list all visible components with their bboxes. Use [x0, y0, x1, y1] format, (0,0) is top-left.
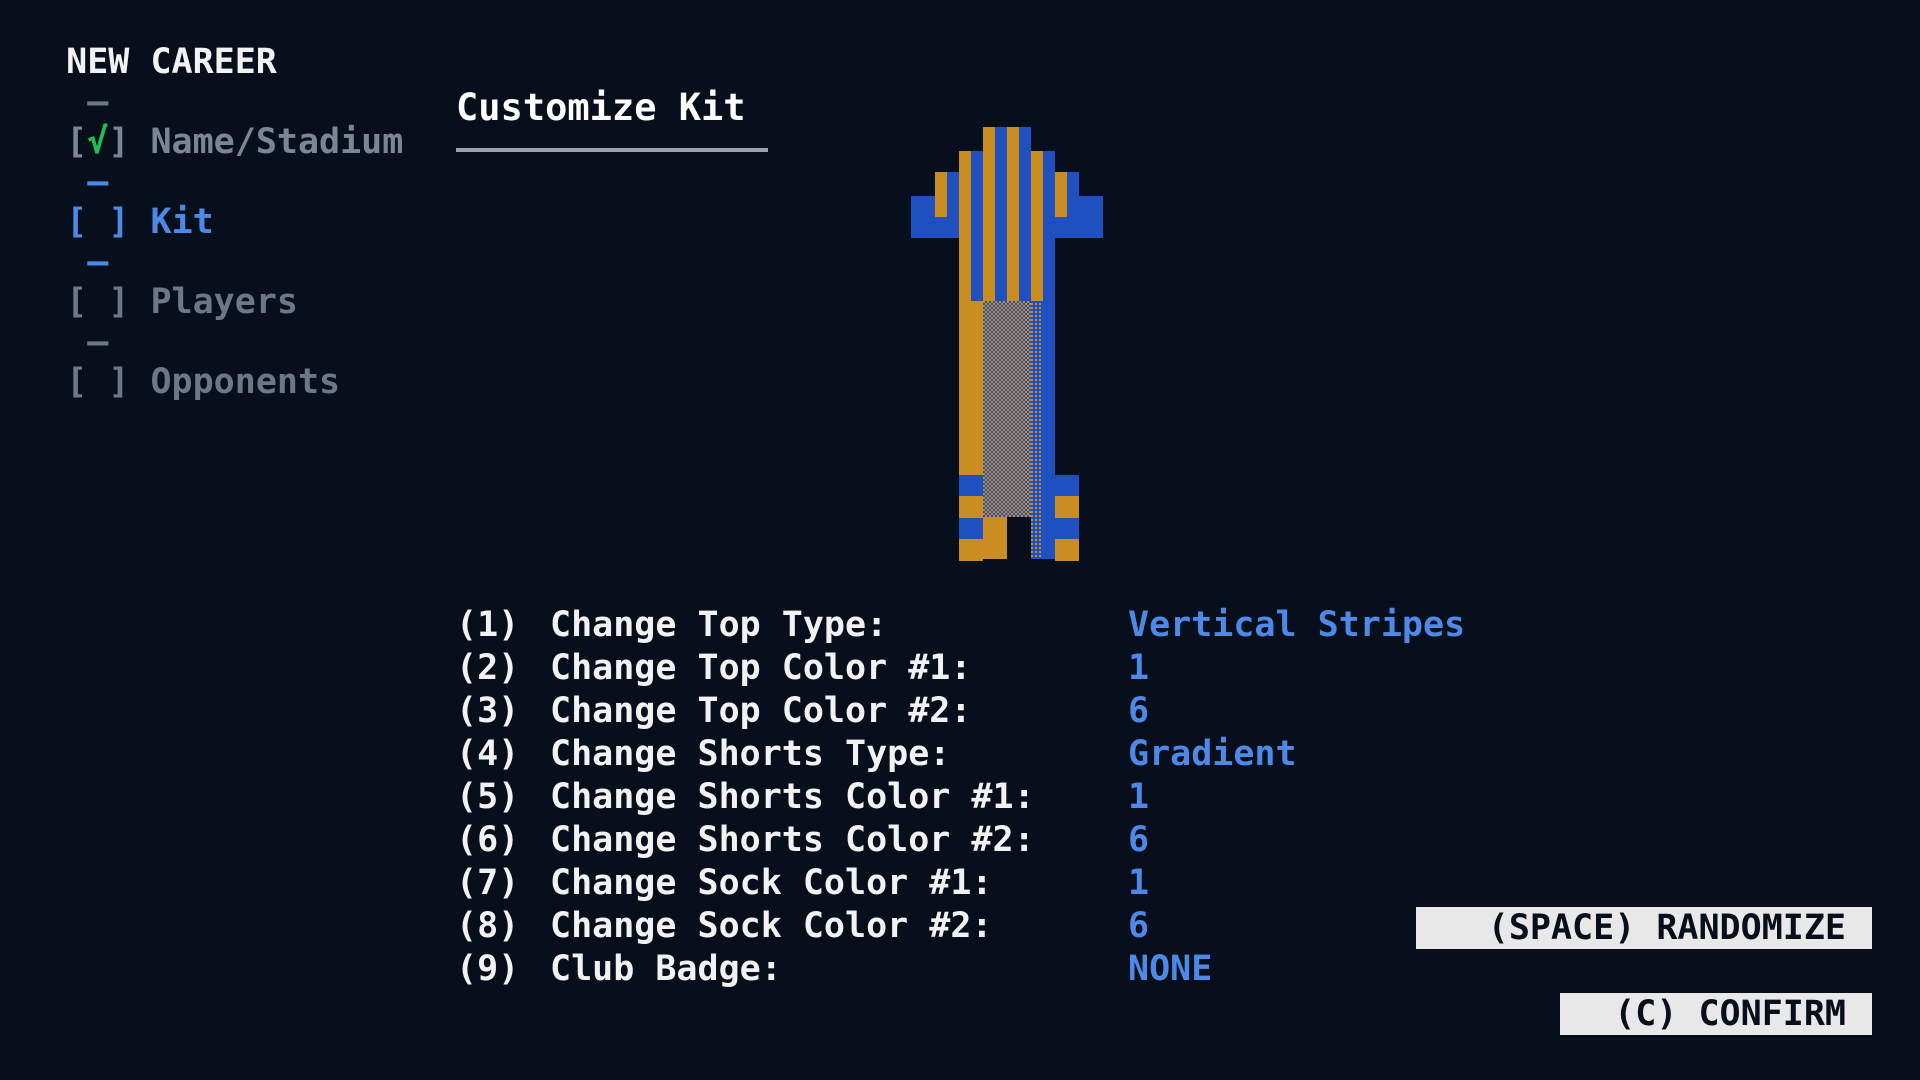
option-key: (9)	[456, 949, 520, 989]
step-opponents: [ ] Opponents	[66, 362, 341, 402]
option-label: Change Sock Color #2:	[550, 906, 993, 946]
option-label: Change Sock Color #1:	[550, 863, 993, 903]
confirm-button[interactable]: (C) CONFIRM	[1560, 993, 1872, 1035]
option-label: Change Shorts Color #2:	[550, 820, 1035, 860]
section-underline	[456, 148, 768, 152]
option-value: 6	[1128, 906, 1150, 946]
kit-socks-preview	[959, 475, 1079, 561]
option-value: 6	[1128, 691, 1150, 731]
option-club-badge[interactable]: (9) Club Badge: NONE	[456, 948, 1465, 991]
option-value: 6	[1128, 820, 1150, 860]
option-key: (8)	[456, 906, 520, 946]
option-value: 1	[1128, 777, 1150, 817]
option-label: Change Shorts Color #1:	[550, 777, 1035, 817]
step-name-stadium: [√] Name/Stadium	[66, 122, 404, 162]
option-value: 1	[1128, 648, 1150, 688]
option-label: Change Shorts Type:	[550, 734, 951, 774]
option-top-color-2[interactable]: (3) Change Top Color #2: 6	[456, 690, 1465, 733]
option-key: (3)	[456, 691, 520, 731]
checkmark-icon: √	[87, 122, 109, 162]
randomize-button[interactable]: (SPACE) RANDOMIZE	[1416, 907, 1872, 949]
option-label: Club Badge:	[550, 949, 782, 989]
option-value: 1	[1128, 863, 1150, 903]
option-value: NONE	[1128, 949, 1213, 989]
step-separator: —	[66, 242, 130, 282]
option-shorts-color-1[interactable]: (5) Change Shorts Color #1: 1	[456, 776, 1465, 819]
step-kit: [ ] Kit	[66, 202, 214, 242]
option-label: Change Top Color #2:	[550, 691, 972, 731]
kit-options-list: (1) Change Top Type: Vertical Stripes (2…	[456, 604, 1465, 991]
option-shorts-type[interactable]: (4) Change Shorts Type: Gradient	[456, 733, 1465, 776]
section-title: Customize Kit	[456, 86, 746, 129]
step-players: [ ] Players	[66, 282, 298, 322]
step-separator: —	[66, 82, 130, 122]
option-label: Change Top Type:	[550, 605, 888, 645]
option-key: (4)	[456, 734, 520, 774]
option-top-color-1[interactable]: (2) Change Top Color #1: 1	[456, 647, 1465, 690]
option-value: Gradient	[1128, 734, 1297, 774]
option-sock-color-1[interactable]: (7) Change Sock Color #1: 1	[456, 862, 1465, 905]
option-label: Change Top Color #1:	[550, 648, 972, 688]
option-sock-color-2[interactable]: (8) Change Sock Color #2: 6	[456, 905, 1465, 948]
option-key: (6)	[456, 820, 520, 860]
option-top-type[interactable]: (1) Change Top Type: Vertical Stripes	[456, 604, 1465, 647]
option-key: (2)	[456, 648, 520, 688]
option-key: (5)	[456, 777, 520, 817]
option-value: Vertical Stripes	[1128, 605, 1466, 645]
step-separator: —	[66, 162, 130, 202]
option-key: (7)	[456, 863, 520, 903]
career-progress-header: NEW CAREER — [√] Name/Stadium — [ ] Kit …	[24, 2, 403, 402]
screen-title: NEW CAREER	[66, 42, 277, 82]
kit-shirt	[911, 127, 1103, 301]
step-separator: —	[66, 322, 130, 362]
option-shorts-color-2[interactable]: (6) Change Shorts Color #2: 6	[456, 819, 1465, 862]
option-key: (1)	[456, 605, 520, 645]
